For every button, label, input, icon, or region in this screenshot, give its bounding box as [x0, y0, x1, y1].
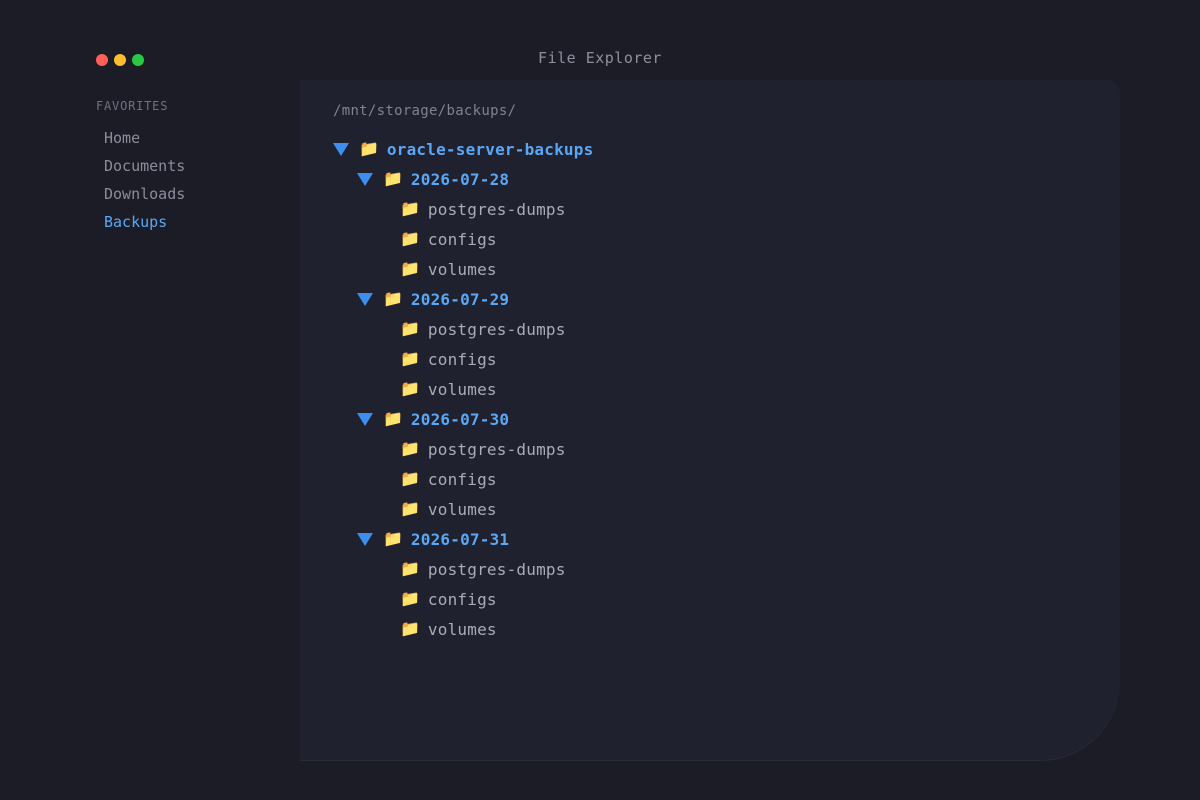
folder-icon: 📁: [400, 319, 420, 338]
folder-label: 2026-07-30: [410, 409, 510, 429]
folder-label: postgres-dumps: [427, 319, 566, 339]
tree-row-child[interactable]: 📁 postgres-dumps: [333, 554, 593, 584]
folder-icon: 📁: [400, 559, 420, 578]
sidebar-heading-favorites: FAVORITES: [96, 99, 169, 113]
folder-icon: 📁: [383, 169, 403, 188]
folder-label: 2026-07-31: [410, 529, 510, 549]
folder-icon: 📁: [400, 229, 420, 248]
current-path: /mnt/storage/backups/: [333, 103, 517, 119]
expand-arrow-icon[interactable]: [357, 292, 373, 306]
tree-row-child[interactable]: 📁 configs: [333, 584, 593, 614]
folder-icon: 📁: [400, 499, 420, 518]
folder-icon: 📁: [383, 289, 403, 308]
sidebar: FAVORITES Home Documents Downloads Backu…: [96, 98, 296, 236]
tree-row-child[interactable]: 📁 postgres-dumps: [333, 314, 593, 344]
expand-arrow-icon[interactable]: [357, 412, 373, 426]
window-title: File Explorer: [538, 49, 662, 67]
folder-icon: 📁: [400, 589, 420, 608]
folder-label: configs: [427, 469, 497, 489]
folder-tree: 📁 oracle-server-backups 📁 2026-07-28 📁 p…: [333, 134, 593, 644]
tree-row-child[interactable]: 📁 postgres-dumps: [333, 434, 593, 464]
sidebar-item-backups[interactable]: Backups: [96, 208, 296, 236]
folder-icon: 📁: [400, 259, 420, 278]
folder-icon: 📁: [359, 139, 379, 158]
folder-icon: 📁: [400, 469, 420, 488]
folder-label: configs: [427, 349, 497, 369]
sidebar-item-home[interactable]: Home: [96, 124, 296, 152]
tree-row-child[interactable]: 📁 configs: [333, 344, 593, 374]
folder-label: configs: [427, 229, 497, 249]
folder-label: volumes: [427, 259, 497, 279]
folder-icon: 📁: [400, 619, 420, 638]
folder-label: volumes: [427, 379, 497, 399]
folder-label: 2026-07-29: [410, 289, 510, 309]
folder-icon: 📁: [383, 409, 403, 428]
folder-icon: 📁: [400, 349, 420, 368]
file-tree-panel: /mnt/storage/backups/ 📁 oracle-server-ba…: [300, 80, 1120, 760]
folder-label: volumes: [427, 499, 497, 519]
folder-label: 2026-07-28: [410, 169, 510, 189]
folder-icon: 📁: [400, 439, 420, 458]
folder-label: postgres-dumps: [427, 199, 566, 219]
folder-label: configs: [427, 589, 497, 609]
tree-row-child[interactable]: 📁 volumes: [333, 494, 593, 524]
folder-icon: 📁: [400, 379, 420, 398]
folder-label: postgres-dumps: [427, 439, 566, 459]
tree-row-date[interactable]: 📁 2026-07-31: [333, 524, 593, 554]
tree-row-child[interactable]: 📁 volumes: [333, 374, 593, 404]
tree-row-date[interactable]: 📁 2026-07-28: [333, 164, 593, 194]
folder-label: postgres-dumps: [427, 559, 566, 579]
folder-label: oracle-server-backups: [386, 139, 594, 159]
folder-icon: 📁: [400, 199, 420, 218]
tree-row-child[interactable]: 📁 volumes: [333, 614, 593, 644]
tree-row-child[interactable]: 📁 postgres-dumps: [333, 194, 593, 224]
tree-row-child[interactable]: 📁 configs: [333, 224, 593, 254]
tree-row-date[interactable]: 📁 2026-07-29: [333, 284, 593, 314]
tree-row-child[interactable]: 📁 volumes: [333, 254, 593, 284]
expand-arrow-icon[interactable]: [333, 142, 349, 156]
expand-arrow-icon[interactable]: [357, 532, 373, 546]
sidebar-item-downloads[interactable]: Downloads: [96, 180, 296, 208]
expand-arrow-icon[interactable]: [357, 172, 373, 186]
sidebar-item-documents[interactable]: Documents: [96, 152, 296, 180]
folder-label: volumes: [427, 619, 497, 639]
folder-icon: 📁: [383, 529, 403, 548]
tree-row-date[interactable]: 📁 2026-07-30: [333, 404, 593, 434]
tree-row-child[interactable]: 📁 configs: [333, 464, 593, 494]
tree-row-root[interactable]: 📁 oracle-server-backups: [333, 134, 593, 164]
